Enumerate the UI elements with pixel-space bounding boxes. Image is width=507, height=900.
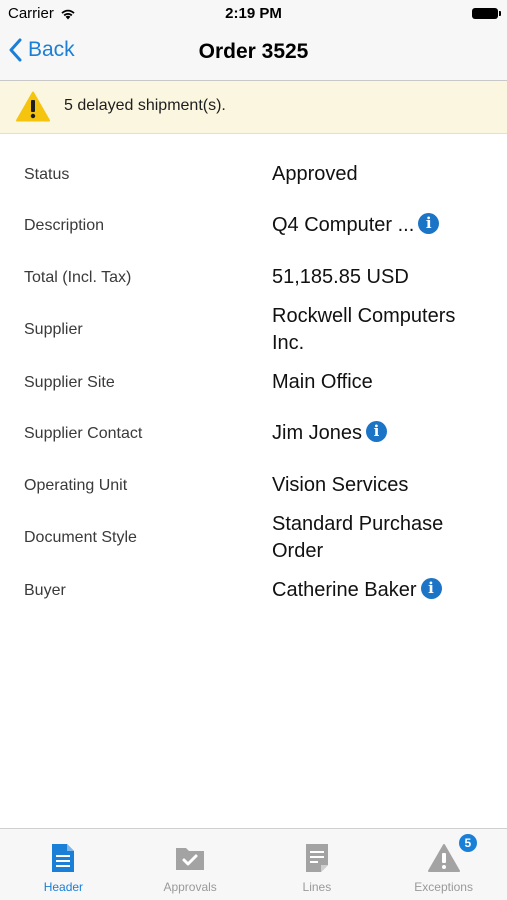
detail-value: Vision Services (272, 472, 487, 499)
detail-label: Supplier Site (24, 374, 115, 391)
tab-label: Approvals (163, 880, 217, 894)
detail-value-text: 51,185.85 USD (272, 266, 409, 288)
detail-value-text: Jim Jones (272, 422, 363, 444)
detail-value: Jim Jones i (272, 420, 487, 447)
info-icon[interactable]: i (420, 578, 442, 599)
detail-value: Rockwell Computers Inc. (272, 303, 487, 357)
detail-value: Standard Purchase Order (272, 511, 487, 565)
detail-label: Buyer (24, 582, 66, 599)
detail-label: Supplier Contact (24, 425, 143, 442)
banner-text: 5 delayed shipment(s). (64, 97, 226, 114)
detail-label: Status (24, 166, 70, 183)
detail-label: Supplier (24, 321, 83, 338)
detail-value: 51,185.85 USD (272, 264, 487, 291)
tab-exceptions[interactable]: 5 Exceptions (380, 829, 507, 900)
detail-value: Main Office (272, 369, 487, 396)
warning-icon (16, 91, 50, 122)
detail-value-text: Standard Purchase Order (272, 513, 444, 562)
warning-icon (427, 844, 460, 872)
tab-approvals[interactable]: Approvals (127, 829, 254, 900)
detail-value-text: Vision Services (272, 474, 409, 496)
detail-label: Description (24, 217, 105, 234)
detail-value-text: Catherine Baker (272, 579, 417, 601)
info-icon[interactable]: i (366, 421, 388, 442)
detail-value-text: Approved (272, 163, 358, 185)
detail-label: Total (Incl. Tax) (24, 269, 132, 286)
status-time: 2:19 PM (225, 5, 282, 22)
info-icon[interactable]: i (418, 213, 440, 234)
detail-value-text: Main Office (272, 371, 373, 393)
detail-label: Document Style (24, 529, 137, 546)
detail-value-text: Q4 Computer ... (272, 214, 415, 236)
tab-label: Lines (302, 880, 332, 894)
battery-icon (472, 8, 501, 19)
status-bar: Carrier 2:19 PM (0, 0, 507, 28)
tab-header[interactable]: Header (0, 829, 127, 900)
page-title: Order 3525 (198, 40, 309, 63)
document-icon (52, 844, 75, 872)
exceptions-count-badge: 5 (458, 834, 477, 852)
order-detail-screen: Carrier 2:19 PM Back Order 3525 5 delaye… (0, 0, 507, 900)
detail-label: Operating Unit (24, 477, 128, 494)
lines-document-icon (305, 844, 328, 872)
tab-bar: Header Approvals Lines 5 Exceptions (0, 828, 507, 900)
detail-value: Q4 Computer ... i (272, 212, 487, 239)
tab-label: Exceptions (414, 880, 473, 894)
delayed-shipments-banner[interactable]: 5 delayed shipment(s). (0, 81, 507, 134)
navigation-bar: Back Order 3525 (0, 28, 507, 81)
tab-label: Header (43, 880, 84, 894)
detail-value: Approved (272, 161, 487, 188)
tab-lines[interactable]: Lines (254, 829, 381, 900)
detail-value: Catherine Baker i (272, 577, 487, 604)
approval-folder-icon (176, 848, 205, 870)
detail-value-text: Rockwell Computers Inc. (272, 305, 456, 354)
